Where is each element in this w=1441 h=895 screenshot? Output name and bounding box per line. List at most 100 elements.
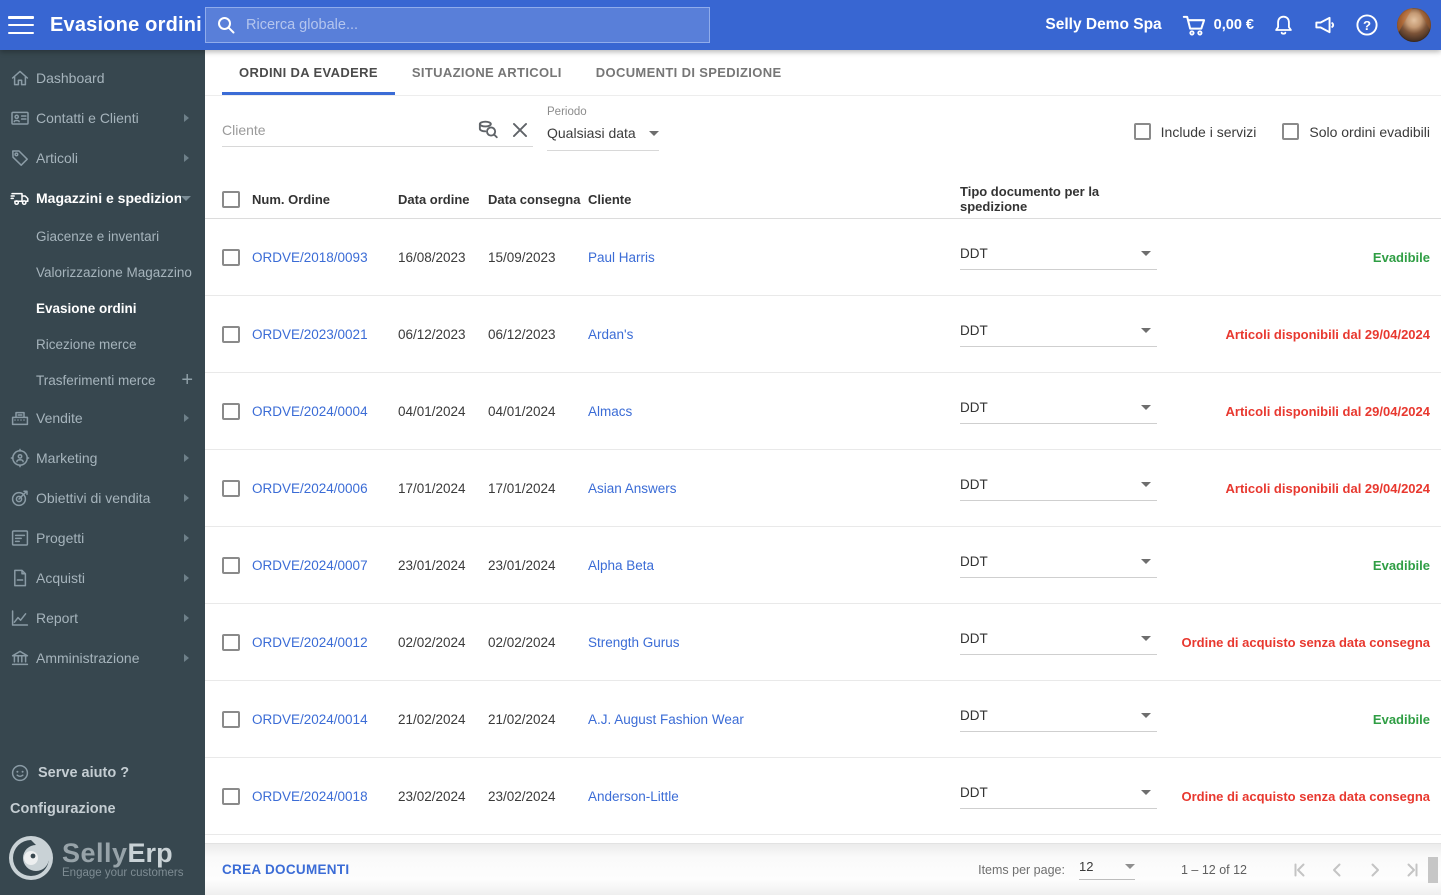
checkbox-icon[interactable] bbox=[1282, 123, 1300, 140]
client-link[interactable]: A.J. August Fashion Wear bbox=[588, 712, 960, 727]
row-checkbox[interactable] bbox=[222, 633, 240, 651]
doc-type-select[interactable]: DDT bbox=[960, 783, 1157, 809]
hamburger-menu-icon[interactable] bbox=[8, 16, 34, 34]
next-page-button[interactable] bbox=[1363, 858, 1387, 882]
sidebar-subitem-valorizzazione[interactable]: Valorizzazione Magazzino bbox=[0, 254, 205, 290]
chevron-right-icon bbox=[184, 574, 189, 582]
global-search-input[interactable] bbox=[246, 17, 699, 33]
doc-type-select[interactable]: DDT bbox=[960, 244, 1157, 270]
periodo-select[interactable]: Periodo Qualsiasi data bbox=[547, 106, 659, 151]
client-link[interactable]: Almacs bbox=[588, 404, 960, 419]
client-link[interactable]: Paul Harris bbox=[588, 250, 960, 265]
sidebar-item-vendite[interactable]: Vendite bbox=[0, 398, 205, 438]
order-number-link[interactable]: ORDVE/2018/0093 bbox=[252, 250, 398, 265]
sidebar-item-acquisti[interactable]: Acquisti bbox=[0, 558, 205, 598]
tag-icon bbox=[12, 150, 28, 166]
crea-documenti-button[interactable]: CREA DOCUMENTI bbox=[222, 862, 349, 877]
sidebar-item-progetti[interactable]: Progetti bbox=[0, 518, 205, 558]
sidebar-item-dashboard[interactable]: Dashboard bbox=[0, 58, 205, 98]
sidebar-subitem-ricezione[interactable]: Ricezione merce bbox=[0, 326, 205, 362]
global-search[interactable] bbox=[205, 7, 710, 43]
plus-icon[interactable]: + bbox=[181, 370, 193, 390]
advanced-search-icon[interactable] bbox=[477, 119, 499, 141]
sidebar-subitem-giacenze[interactable]: Giacenze e inventari bbox=[0, 218, 205, 254]
last-page-icon bbox=[1407, 863, 1418, 876]
row-checkbox[interactable] bbox=[222, 787, 240, 805]
cart-button[interactable]: 0,00 € bbox=[1182, 13, 1254, 37]
tab-ordini-da-evadere[interactable]: ORDINI DA EVADERE bbox=[222, 50, 395, 95]
sidebar-item-report[interactable]: Report bbox=[0, 598, 205, 638]
row-checkbox[interactable] bbox=[222, 325, 240, 343]
table-row: ORDVE/2024/0014 21/02/2024 21/02/2024 A.… bbox=[205, 681, 1441, 758]
doc-type-select[interactable]: DDT bbox=[960, 321, 1157, 347]
client-link[interactable]: Asian Answers bbox=[588, 481, 960, 496]
sidebar-subitem-trasferimenti[interactable]: Trasferimenti merce + bbox=[0, 362, 205, 398]
checkbox-include-servizi[interactable]: Include i servizi bbox=[1133, 123, 1256, 140]
first-page-button[interactable] bbox=[1287, 858, 1311, 882]
row-checkbox[interactable] bbox=[222, 710, 240, 728]
status-badge: Evadibile bbox=[1372, 711, 1430, 727]
previous-page-button[interactable] bbox=[1325, 858, 1349, 882]
tab-bar: ORDINI DA EVADERE SITUAZIONE ARTICOLI DO… bbox=[205, 50, 1441, 96]
order-number-link[interactable]: ORDVE/2023/0021 bbox=[252, 327, 398, 342]
scrollbar-thumb[interactable] bbox=[1428, 857, 1438, 883]
sidebar-item-amministrazione[interactable]: Amministrazione bbox=[0, 638, 205, 678]
clear-filter-icon[interactable] bbox=[509, 119, 531, 141]
order-number-link[interactable]: ORDVE/2024/0018 bbox=[252, 789, 398, 804]
table-row: ORDVE/2024/0012 02/02/2024 02/02/2024 St… bbox=[205, 604, 1441, 681]
tab-situazione-articoli[interactable]: SITUAZIONE ARTICOLI bbox=[395, 50, 579, 95]
checkbox-solo-ordini-evadibili[interactable]: Solo ordini evadibili bbox=[1282, 123, 1430, 140]
doc-type-select[interactable]: DDT bbox=[960, 629, 1157, 655]
table-row: ORDVE/2024/0018 23/02/2024 23/02/2024 An… bbox=[205, 758, 1441, 835]
notifications-button[interactable] bbox=[1272, 14, 1295, 37]
sidebar: Dashboard Contatti e Clienti Articoli Ma… bbox=[0, 50, 205, 895]
user-avatar[interactable] bbox=[1397, 8, 1431, 42]
sidebar-subitem-evasione-ordini[interactable]: Evasione ordini bbox=[0, 290, 205, 326]
order-number-link[interactable]: ORDVE/2024/0012 bbox=[252, 635, 398, 650]
sidebar-item-magazzini[interactable]: Magazzini e spedizion bbox=[0, 178, 205, 218]
sidebar-item-articoli[interactable]: Articoli bbox=[0, 138, 205, 178]
client-link[interactable]: Anderson-Little bbox=[588, 789, 960, 804]
help-button[interactable]: ? bbox=[1355, 13, 1379, 37]
announcements-button[interactable] bbox=[1313, 13, 1337, 37]
client-link[interactable]: Strength Gurus bbox=[588, 635, 960, 650]
row-checkbox[interactable] bbox=[222, 402, 240, 420]
document-icon bbox=[14, 569, 27, 587]
doc-type-select[interactable]: DDT bbox=[960, 475, 1157, 501]
order-number-link[interactable]: ORDVE/2024/0006 bbox=[252, 481, 398, 496]
sidebar-item-marketing[interactable]: Marketing bbox=[0, 438, 205, 478]
client-link[interactable]: Alpha Beta bbox=[588, 558, 960, 573]
checkbox-icon[interactable] bbox=[1133, 123, 1151, 140]
select-all-checkbox[interactable] bbox=[222, 190, 240, 208]
last-page-button[interactable] bbox=[1401, 858, 1425, 882]
chevron-right-icon bbox=[184, 114, 189, 122]
row-checkbox[interactable] bbox=[222, 248, 240, 266]
first-page-icon bbox=[1294, 863, 1305, 876]
chevron-down-icon bbox=[1141, 405, 1151, 410]
chevron-down-icon bbox=[1141, 713, 1151, 718]
row-checkbox[interactable] bbox=[222, 556, 240, 574]
table-row: ORDVE/2024/0007 23/01/2024 23/01/2024 Al… bbox=[205, 527, 1441, 604]
order-number-link[interactable]: ORDVE/2024/0004 bbox=[252, 404, 398, 419]
doc-type-select[interactable]: DDT bbox=[960, 706, 1157, 732]
order-number-link[interactable]: ORDVE/2024/0014 bbox=[252, 712, 398, 727]
status-badge: Ordine di acquisto senza data consegna bbox=[1181, 788, 1430, 804]
client-link[interactable]: Ardan's bbox=[588, 327, 960, 342]
items-per-page-select[interactable]: 12 bbox=[1078, 859, 1135, 880]
sidebar-help-link[interactable]: Serve aiuto ? bbox=[0, 755, 205, 791]
contacts-icon bbox=[11, 111, 29, 125]
table-row: ORDVE/2018/0093 16/08/2023 15/09/2023 Pa… bbox=[205, 219, 1441, 296]
cart-total: 0,00 € bbox=[1213, 17, 1254, 33]
sidebar-item-contatti[interactable]: Contatti e Clienti bbox=[0, 98, 205, 138]
doc-type-select[interactable]: DDT bbox=[960, 398, 1157, 424]
row-checkbox[interactable] bbox=[222, 479, 240, 497]
doc-type-select[interactable]: DDT bbox=[960, 552, 1157, 578]
cart-icon bbox=[1182, 15, 1205, 36]
sidebar-item-obiettivi[interactable]: Obiettivi di vendita bbox=[0, 478, 205, 518]
sidebar-configurazione-link[interactable]: Configurazione bbox=[0, 791, 205, 827]
filter-bar: Periodo Qualsiasi data Include i servizi… bbox=[205, 96, 1441, 180]
tab-documenti-di-spedizione[interactable]: DOCUMENTI DI SPEDIZIONE bbox=[579, 50, 799, 95]
chevron-right-icon bbox=[184, 494, 189, 502]
order-number-link[interactable]: ORDVE/2024/0007 bbox=[252, 558, 398, 573]
cliente-input[interactable] bbox=[222, 118, 452, 146]
